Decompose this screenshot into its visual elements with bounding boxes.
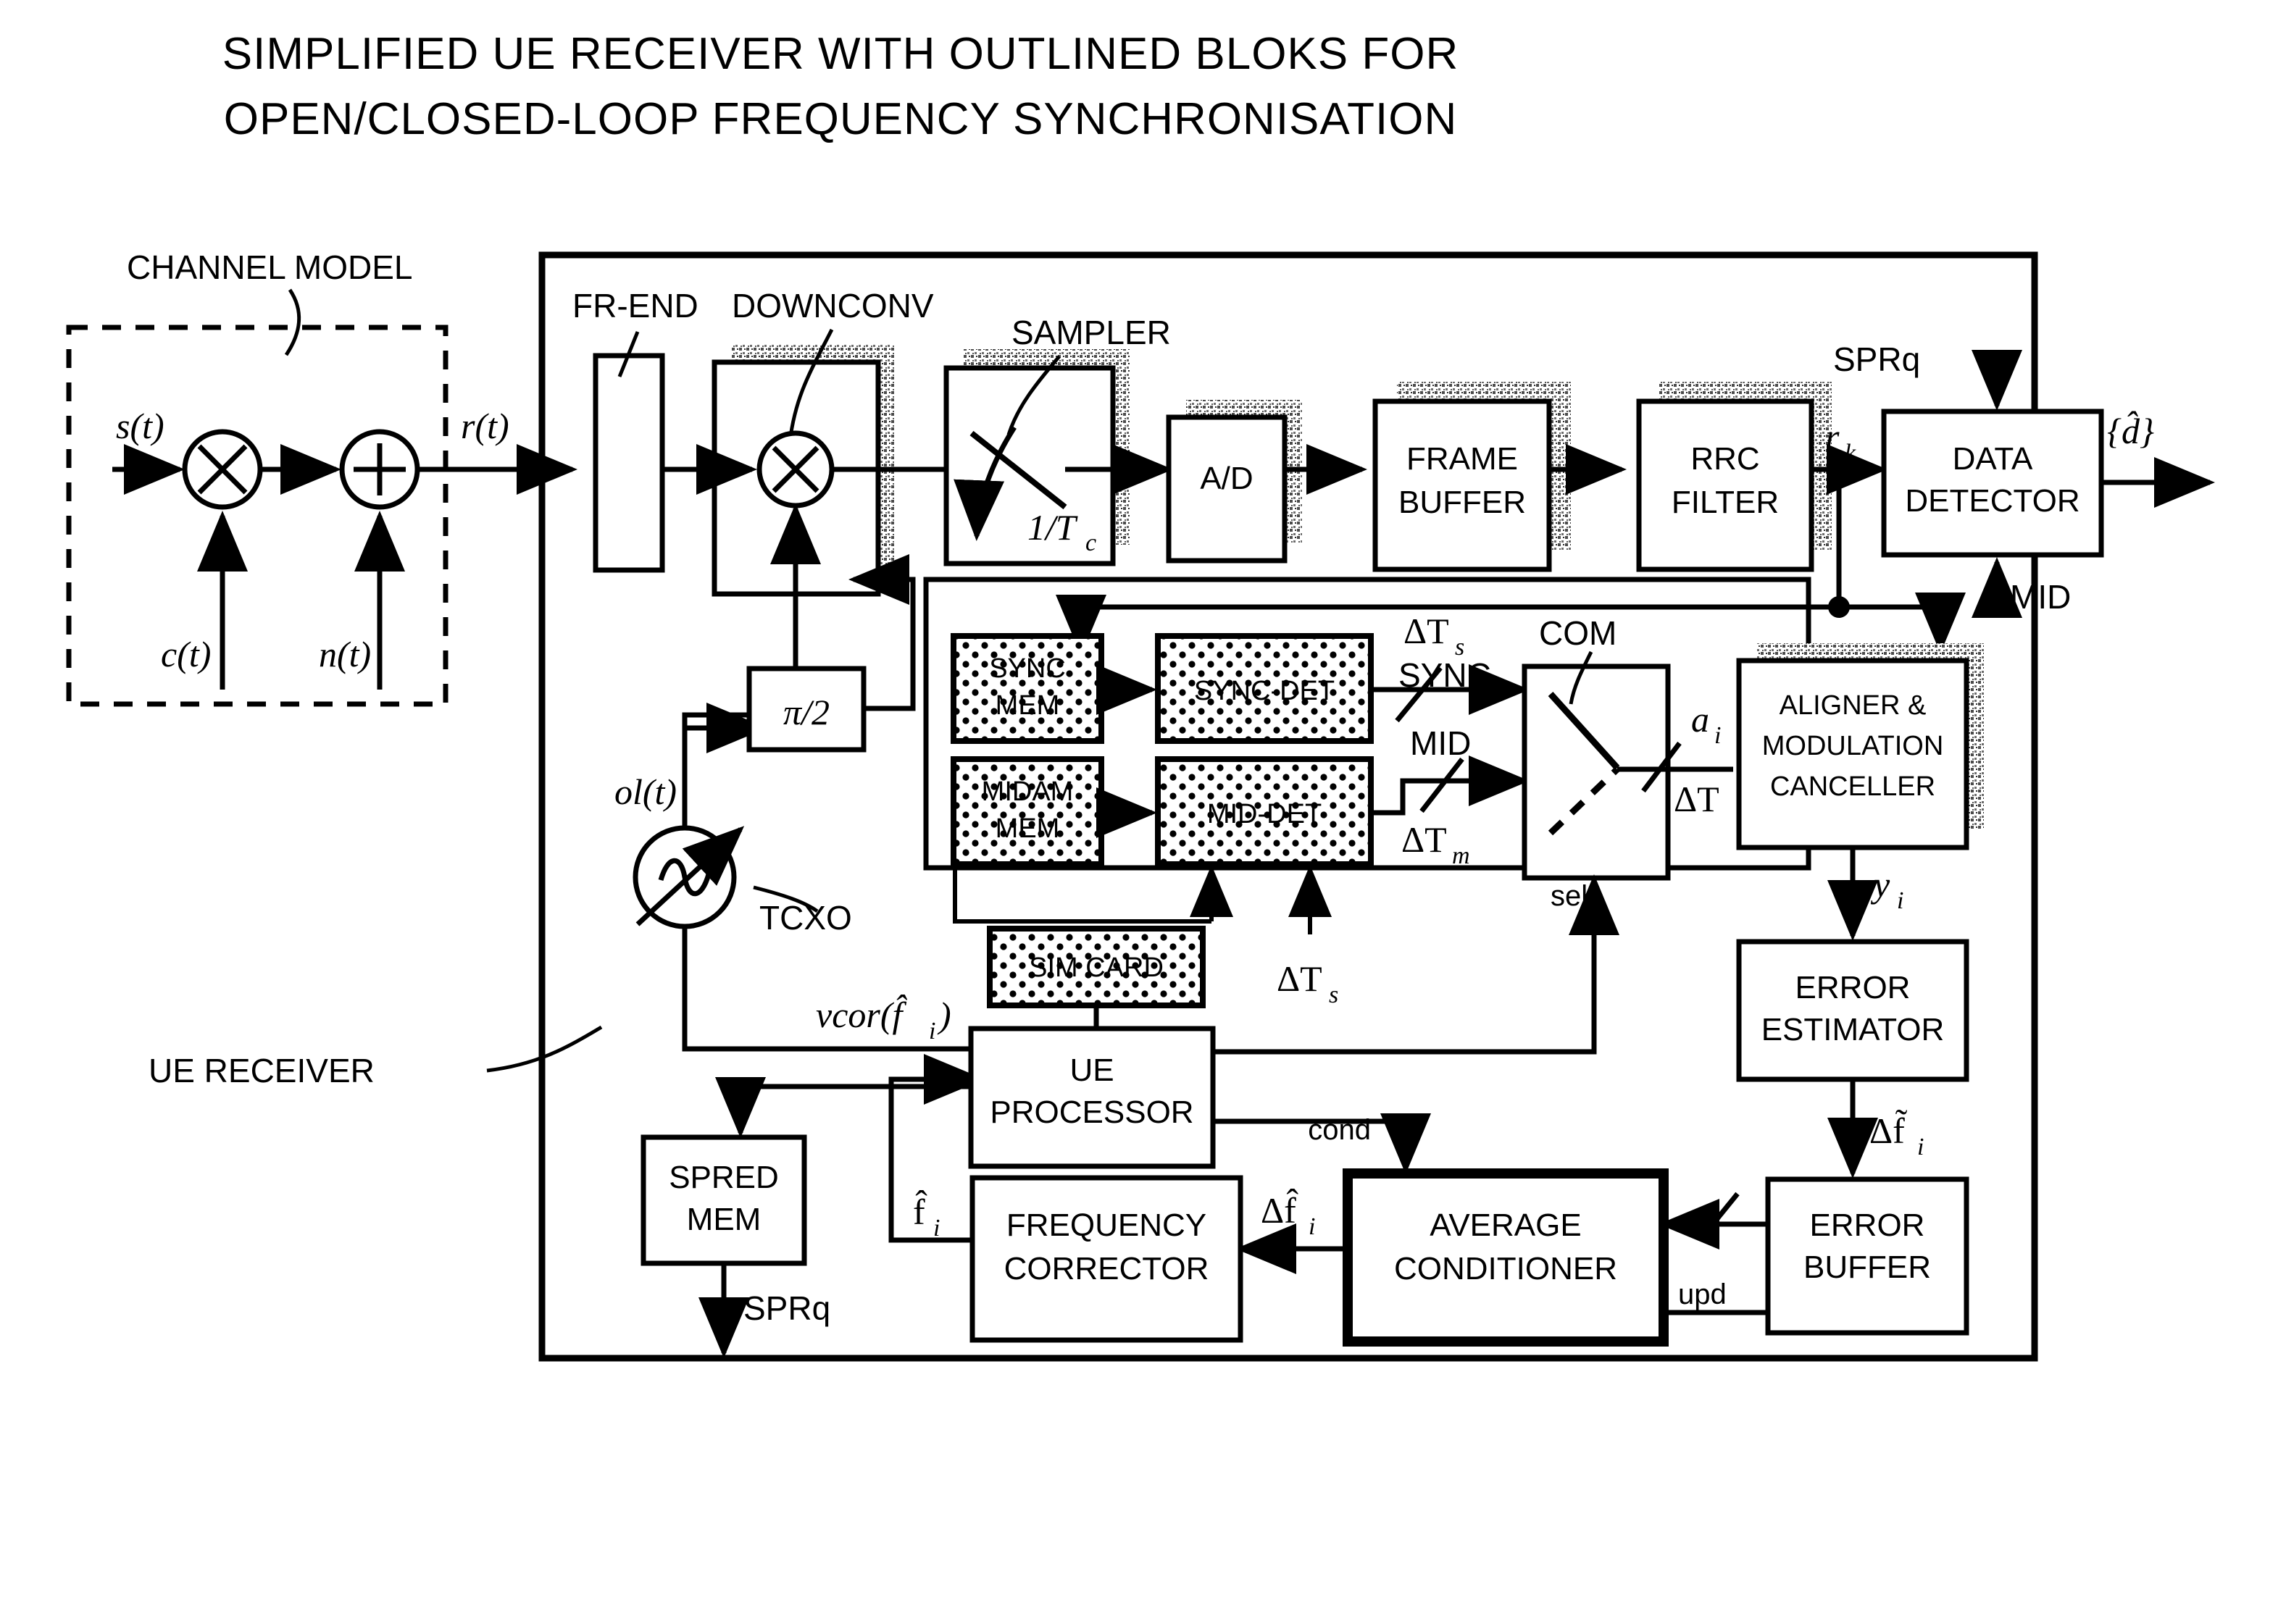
title-line-1: SIMPLIFIED UE RECEIVER WITH OUTLINED BLO… — [222, 29, 1459, 79]
signal-vcor-sub: i — [929, 1018, 935, 1045]
upd-label: upd — [1678, 1278, 1727, 1310]
sprq-bottom-label: SPRq — [743, 1289, 830, 1327]
signal-deltaT: ΔT — [1674, 779, 1719, 819]
spred-mem-box[interactable] — [641, 1134, 807, 1266]
sampler-rate-sub: c — [1085, 530, 1096, 556]
sync-bus-label: SYNC — [1398, 656, 1491, 694]
signal-r-t: r(t) — [461, 406, 509, 446]
sampler-rate: 1/T — [1027, 507, 1078, 548]
fr-end-box[interactable] — [593, 353, 665, 573]
sync-mem-line-1: SYNC — [989, 653, 1066, 684]
fr-end-label: FR-END — [572, 287, 698, 325]
signal-d-hat: {d̂} — [2107, 410, 2154, 451]
ue-processor-line-1: UE — [1069, 1052, 1114, 1088]
delta-Tm: ΔT — [1401, 819, 1447, 860]
midam-mem-line-2: MEM — [996, 813, 1060, 844]
signal-yi-sub: i — [1897, 887, 1903, 914]
rrc-line-1: RRC — [1690, 441, 1759, 477]
delta-Ts-bottom: ΔT — [1277, 958, 1322, 999]
midam-mem-box[interactable] — [951, 756, 1104, 867]
error-buffer-line-2: BUFFER — [1803, 1250, 1931, 1285]
title-line-2: OPEN/CLOSED-LOOP FREQUENCY SYNCHRONISATI… — [224, 94, 1458, 144]
sprq-top-label: SPRq — [1833, 340, 1920, 378]
aligner-line-3: CANCELLER — [1770, 771, 1935, 802]
average-conditioner-line-2: CONDITIONER — [1394, 1251, 1617, 1286]
signal-s-t: s(t) — [116, 406, 164, 446]
aligner-line-2: MODULATION — [1762, 731, 1944, 761]
mid-detector-input-label: MID — [2010, 578, 2071, 616]
signal-delta-f-hat: Δf̂ — [1261, 1188, 1298, 1231]
sim-card-label: SIM CARD — [1029, 953, 1164, 983]
sync-det-label: SYNC-DET — [1194, 676, 1335, 706]
channel-model-label: CHANNEL MODEL — [127, 248, 412, 286]
sync-mem-line-2: MEM — [996, 690, 1060, 721]
signal-ai: a — [1691, 699, 1709, 740]
signal-rk-sub: k — [1845, 440, 1856, 466]
signal-delta-f-tilde-sub: i — [1917, 1134, 1924, 1160]
ad-label: A/D — [1200, 461, 1253, 496]
delta-Ts-bottom-sub: s — [1329, 981, 1338, 1008]
mid-det-label: MID-DET — [1207, 799, 1322, 829]
error-estimator-line-1: ERROR — [1795, 970, 1911, 1005]
sampler-label: SAMPLER — [1011, 314, 1171, 351]
error-estimator-line-2: ESTIMATOR — [1761, 1012, 1945, 1047]
signal-ai-sub: i — [1714, 722, 1721, 749]
average-conditioner-line-1: AVERAGE — [1430, 1207, 1581, 1243]
signal-ol-t: ol(t) — [614, 771, 677, 812]
ue-processor-line-2: PROCESSOR — [990, 1094, 1193, 1130]
pi-over-2-label: π/2 — [783, 692, 830, 732]
sync-mem-box[interactable] — [951, 633, 1104, 744]
error-buffer-line-1: ERROR — [1810, 1207, 1925, 1243]
sel-label: sel — [1551, 880, 1588, 912]
signal-vcor: vcor(f̂ — [816, 994, 907, 1035]
signal-rk: r — [1825, 417, 1840, 457]
frequency-corrector-line-2: CORRECTOR — [1004, 1251, 1209, 1286]
data-detector-line-1: DATA — [1953, 441, 2033, 477]
frame-buffer-line-1: FRAME — [1406, 441, 1518, 477]
rrc-line-2: FILTER — [1672, 485, 1779, 520]
signal-delta-f-hat-sub: i — [1309, 1213, 1315, 1240]
diagram-canvas: SIMPLIFIED UE RECEIVER WITH OUTLINED BLO… — [0, 0, 2286, 1624]
signal-f-hat-sub: i — [933, 1215, 940, 1242]
aligner-line-1: ALIGNER & — [1780, 690, 1927, 721]
spred-mem-line-1: SPRED — [669, 1160, 779, 1195]
signal-vcor-close: ) — [937, 995, 951, 1035]
data-detector-line-2: DETECTOR — [1905, 483, 2079, 519]
signal-yi: y — [1870, 864, 1890, 905]
signal-n-t: n(t) — [319, 634, 371, 674]
midam-mem-line-1: MIDAM — [982, 777, 1074, 807]
sync-det-block[interactable]: SYNC-DET — [1155, 633, 1374, 744]
signal-f-hat: f̂ — [913, 1189, 927, 1232]
frequency-corrector-line-1: FREQUENCY — [1006, 1207, 1206, 1243]
downconv-label: DOWNCONV — [732, 287, 934, 325]
com-box[interactable] — [1522, 664, 1671, 881]
mid-bus-label: MID — [1410, 724, 1471, 762]
signal-delta-f-tilde: Δf̃ — [1869, 1109, 1908, 1151]
ue-receiver-label: UE RECEIVER — [149, 1052, 375, 1089]
delta-Ts-top: ΔT — [1403, 611, 1449, 651]
signal-c-t: c(t) — [161, 634, 211, 674]
delta-Tm-sub: m — [1452, 842, 1470, 869]
error-estimator-box[interactable] — [1736, 939, 1969, 1082]
frame-buffer-line-2: BUFFER — [1398, 485, 1526, 520]
spred-mem-line-2: MEM — [687, 1202, 762, 1237]
ue-receiver-block-diagram: SIMPLIFIED UE RECEIVER WITH OUTLINED BLO… — [0, 0, 2286, 1624]
com-label: COM — [1539, 614, 1617, 652]
